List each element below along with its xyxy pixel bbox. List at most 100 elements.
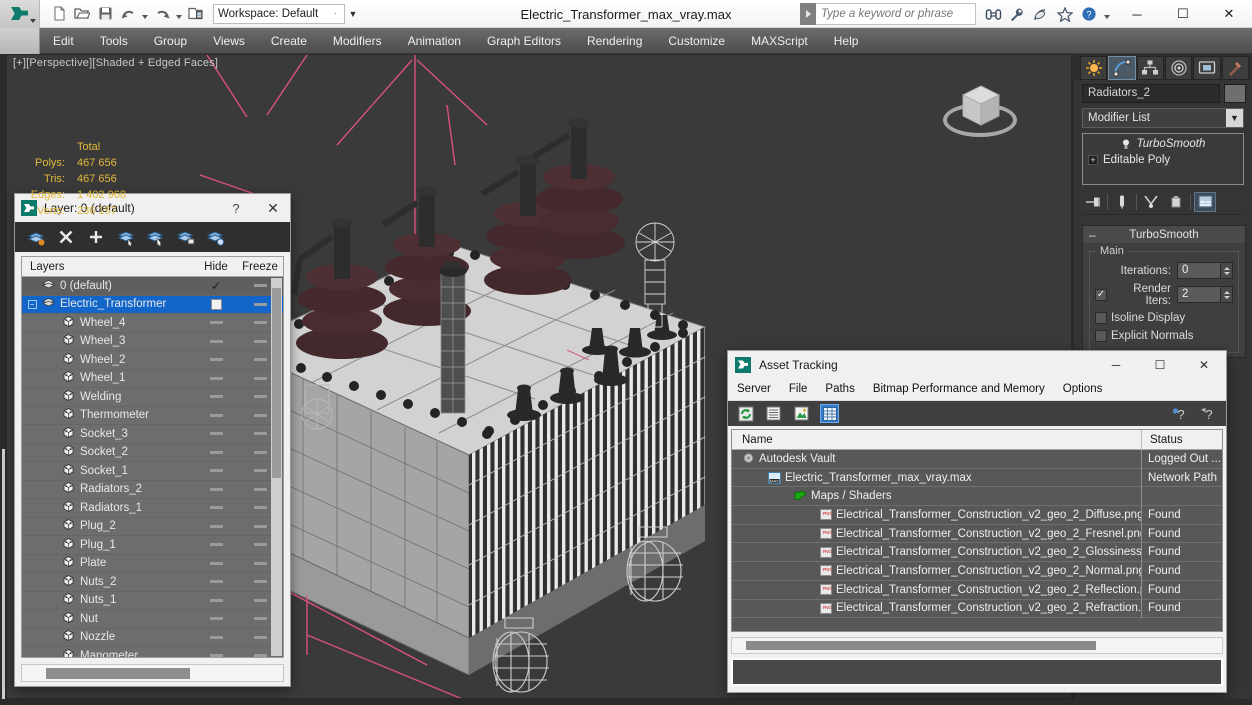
layer-name-cell[interactable]: Plate [48,555,195,571]
layer-row[interactable]: Plug_2 [22,518,283,536]
layer-name-cell[interactable]: Wheel_4 [48,315,195,331]
grid-view-icon[interactable] [820,404,839,423]
workspace-dropdown-icon[interactable]: ▼ [345,4,361,24]
motion-tab[interactable] [1164,56,1193,80]
workspace-selector[interactable]: Workspace: Default · [213,3,345,24]
layer-hide-cell[interactable] [195,654,237,657]
layer-name-cell[interactable]: Wheel_2 [48,352,195,368]
layer-hide-cell[interactable] [195,358,237,362]
refresh-icon[interactable] [736,404,755,423]
layer-rows-container[interactable]: 0 (default) ✓ − Electric_Transformer Wheel_4… [22,277,283,657]
asset-name-cell[interactable]: Autodesk Vault [732,450,1142,469]
layer-name-cell[interactable]: Socket_2 [48,444,195,460]
add-selection-to-layer-icon[interactable] [115,226,137,248]
chevron-down-icon[interactable]: ▼ [1226,109,1243,127]
layer-hide-cell[interactable] [195,524,237,528]
layer-row[interactable]: Nut [22,610,283,629]
layer-name-cell[interactable]: Nuts_2 [48,574,195,590]
close-button[interactable]: ✕ [1182,351,1226,378]
layer-row[interactable]: Socket_3 [22,425,283,444]
minimize-button[interactable]: ─ [1094,351,1138,378]
minimize-button[interactable]: ─ [1114,0,1160,28]
asset-name-cell[interactable]: Maps / Shaders [732,486,1142,506]
layer-row[interactable]: Radiators_1 [22,499,283,518]
create-tab[interactable] [1080,56,1108,80]
show-end-result-button[interactable] [1111,192,1133,212]
layer-row[interactable]: Nuts_2 [22,573,283,592]
undo-icon[interactable] [117,3,139,25]
modifier-stack-item-turbosmooth[interactable]: TurboSmooth [1083,136,1243,152]
asset-name-cell[interactable]: Electrical_Transformer_Construction_v2_g… [732,505,1142,525]
asset-column-name[interactable]: Name [732,429,1142,450]
layer-name-cell[interactable]: Wheel_3 [48,333,195,349]
layer-name-cell[interactable]: Radiators_2 [48,481,195,497]
asset-table-hscrollbar[interactable] [731,637,1223,654]
layer-list-hscroll-thumb[interactable] [46,668,190,679]
layer-name-cell[interactable]: Nozzle [48,629,195,645]
undo-dropdown-icon[interactable] [140,3,150,25]
binoculars-icon[interactable] [982,3,1004,25]
layer-row[interactable]: Thermometer [22,407,283,425]
help-dropdown-icon[interactable] [1102,3,1112,25]
context-help-icon[interactable]: ? [1199,404,1218,423]
asset-row[interactable]: Electrical_Transformer_Construction_v2_g… [732,561,1222,581]
display-tab[interactable] [1193,56,1221,80]
layer-name-cell[interactable]: Manometer [48,648,195,657]
render-iters-checkbox[interactable] [1095,288,1107,301]
layer-list[interactable]: Layers Hide Freeze 0 (default) ✓ − Electric… [21,256,284,658]
layer-hide-cell[interactable] [195,298,237,310]
object-color-swatch[interactable] [1224,84,1246,103]
menu-item-edit[interactable]: Edit [40,28,87,54]
pin-stack-button[interactable] [1082,192,1104,212]
layer-row[interactable]: Plate [22,555,283,573]
viewport-label[interactable]: [+][Perspective][Shaded + Edged Faces] [13,57,218,69]
asset-row[interactable]: MAX Electric_Transformer_max_vray.max Netw… [732,468,1222,488]
help-circle-icon[interactable]: ? [1078,3,1100,25]
explicit-normals-row[interactable]: Explicit Normals [1095,327,1233,345]
lightbulb-icon[interactable] [1121,139,1132,150]
menu-item-options[interactable]: Options [1054,383,1112,395]
modifier-list-dropdown[interactable]: Modifier List ▼ [1082,108,1244,128]
layer-column-freeze[interactable]: Freeze [237,261,283,273]
asset-row[interactable]: Electrical_Transformer_Construction_v2_g… [732,542,1222,563]
layer-hide-cell[interactable] [195,598,237,602]
utilities-tab[interactable] [1221,56,1249,80]
hide-checkbox[interactable] [210,298,222,310]
menu-item-modifiers[interactable]: Modifiers [320,28,395,54]
asset-row[interactable]: Electrical_Transformer_Construction_v2_g… [732,599,1222,619]
make-unique-button[interactable] [1140,192,1162,212]
explicit-normals-checkbox[interactable] [1095,330,1107,342]
layer-row[interactable]: Socket_1 [22,462,283,481]
modifier-stack-item-editable-poly[interactable]: + Editable Poly [1083,152,1243,168]
list-view-icon[interactable] [764,404,783,423]
modifier-stack[interactable]: TurboSmooth + Editable Poly [1082,133,1244,185]
layer-column-hide[interactable]: Hide [195,261,237,273]
collapse-icon[interactable]: − [27,299,37,309]
layer-hide-cell[interactable] [195,339,237,343]
menu-item-create[interactable]: Create [258,28,320,54]
menu-item-paths[interactable]: Paths [816,383,863,395]
menu-item-tools[interactable]: Tools [87,28,141,54]
iterations-spinner-value[interactable]: 0 [1177,262,1221,279]
object-name-field[interactable]: Radiators_2 [1082,84,1220,103]
menu-item-server[interactable]: Server [728,383,780,395]
layer-hide-cell[interactable] [195,413,237,417]
layer-name-cell[interactable]: Welding [48,389,195,405]
menu-item-views[interactable]: Views [200,28,258,54]
layer-row[interactable]: Nuts_1 [22,592,283,610]
rollout-header[interactable]: – TurboSmooth [1083,226,1245,243]
asset-column-status[interactable]: Status [1142,434,1222,446]
render-iters-spinner-value[interactable]: 2 [1177,286,1221,303]
project-folder-icon[interactable] [185,3,207,25]
layer-hide-cell[interactable] [195,635,237,639]
layer-name-cell[interactable]: Plug_1 [48,537,195,553]
delete-layer-icon[interactable] [55,226,77,248]
layer-hide-cell[interactable] [195,580,237,584]
help-icon[interactable]: ? [1171,404,1190,423]
layer-dialog[interactable]: Layer: 0 (default) ? ✕ Layers Hide Freez… [14,193,291,687]
layer-hide-cell[interactable] [195,450,237,454]
asset-row[interactable]: Autodesk Vault Logged Out ... [732,450,1222,469]
layer-row[interactable]: Radiators_2 [22,481,283,499]
asset-name-cell[interactable]: Electrical_Transformer_Construction_v2_g… [732,542,1142,562]
redo-icon[interactable] [151,3,173,25]
